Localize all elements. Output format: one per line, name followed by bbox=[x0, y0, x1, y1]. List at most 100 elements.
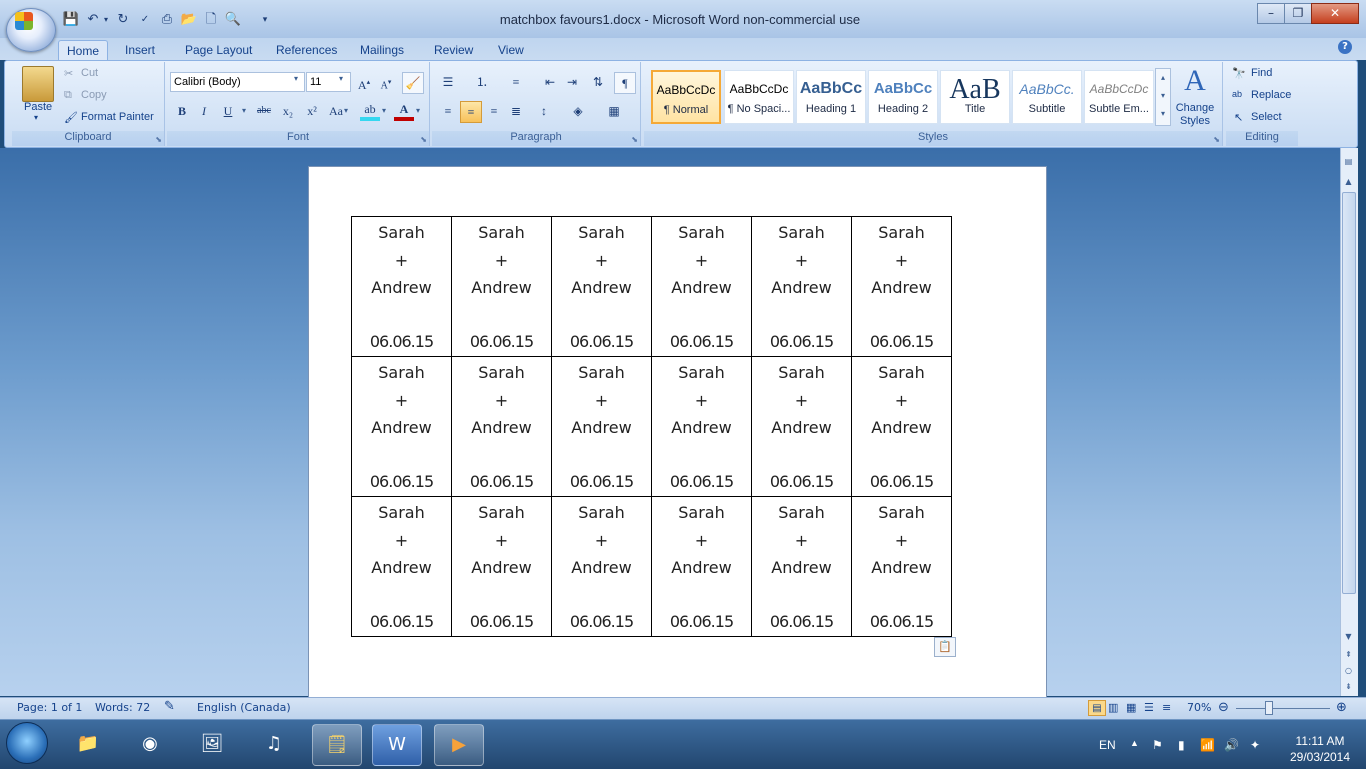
dialog-launcher-icon[interactable]: ⬊ bbox=[155, 135, 162, 144]
label-cell[interactable]: Sarah + Andrew 06.06.15 bbox=[651, 216, 752, 357]
align-left-icon[interactable]: ≡ bbox=[438, 101, 458, 121]
zoom-slider[interactable] bbox=[1236, 708, 1330, 709]
select-browse-object-icon[interactable]: ○ bbox=[1341, 664, 1356, 678]
strikethrough-button[interactable]: abc bbox=[254, 101, 274, 121]
print-icon[interactable]: ⎙ bbox=[158, 12, 176, 28]
file-explorer-icon[interactable]: 📁 bbox=[64, 724, 112, 764]
font-size-dropdown-icon[interactable]: ▾ bbox=[339, 74, 343, 83]
tab-insert[interactable]: Insert bbox=[117, 40, 163, 60]
next-page-icon[interactable]: ⇟ bbox=[1341, 680, 1356, 694]
zoom-level[interactable]: 70% bbox=[1187, 700, 1211, 716]
dialog-launcher-icon[interactable]: ⬊ bbox=[631, 135, 638, 144]
open-icon[interactable]: 📂 bbox=[180, 12, 198, 28]
cut-button[interactable]: Cut bbox=[81, 67, 98, 79]
print-preview-icon[interactable]: 🔍 bbox=[224, 12, 242, 28]
align-right-icon[interactable]: ≡ bbox=[484, 101, 504, 121]
tab-page-layout[interactable]: Page Layout bbox=[177, 40, 260, 60]
style-title[interactable]: AaB Title bbox=[940, 70, 1010, 124]
customize-qat-icon[interactable]: ▾ bbox=[256, 12, 274, 28]
tab-home[interactable]: Home bbox=[58, 40, 109, 61]
highlight-dropdown-icon[interactable]: ▾ bbox=[382, 106, 386, 115]
label-cell[interactable]: Sarah + Andrew 06.06.15 bbox=[651, 356, 752, 497]
page-count[interactable]: Page: 1 of 1 bbox=[17, 700, 82, 716]
sticky-notes-icon[interactable]: 🗒 bbox=[312, 724, 362, 766]
spelling-icon[interactable]: ✓ bbox=[136, 12, 154, 28]
print-layout-view-icon[interactable]: ▤ bbox=[1088, 700, 1106, 716]
label-cell[interactable]: Sarah + Andrew 06.06.15 bbox=[851, 356, 952, 497]
paste-options-icon[interactable]: 📋 bbox=[934, 637, 956, 657]
dropbox-icon[interactable]: ✦ bbox=[1250, 738, 1260, 752]
italic-button[interactable]: I bbox=[194, 101, 214, 121]
tab-view[interactable]: View bbox=[490, 40, 532, 60]
style-subtitle[interactable]: AaBbCc. Subtitle bbox=[1012, 70, 1082, 124]
label-cell[interactable]: Sarah + Andrew 06.06.15 bbox=[851, 216, 952, 357]
show-hidden-icons-icon[interactable]: ▲ bbox=[1130, 738, 1139, 748]
label-cell[interactable]: Sarah + Andrew 06.06.15 bbox=[451, 216, 552, 357]
tab-references[interactable]: References bbox=[268, 40, 345, 60]
numbering-icon[interactable]: ⒈ bbox=[472, 72, 492, 92]
change-styles-button[interactable]: Change Styles bbox=[1172, 102, 1218, 128]
clock[interactable]: 11:11 AM 29/03/2014 bbox=[1280, 733, 1360, 765]
format-painter-button[interactable]: Format Painter bbox=[81, 111, 154, 123]
superscript-button[interactable]: x² bbox=[302, 101, 322, 121]
scroll-up-icon[interactable]: ▲ bbox=[1341, 175, 1356, 189]
line-spacing-icon[interactable]: ↕ bbox=[534, 101, 554, 121]
label-cell[interactable]: Sarah + Andrew 06.06.15 bbox=[551, 496, 652, 637]
word-count[interactable]: Words: 72 bbox=[95, 700, 150, 716]
zoom-in-icon[interactable]: ⊕ bbox=[1336, 700, 1347, 716]
clear-formatting-icon[interactable]: 🧹 bbox=[402, 72, 424, 94]
photos-icon[interactable]: 🖼 bbox=[188, 724, 236, 764]
volume-icon[interactable]: 🔊 bbox=[1224, 738, 1239, 752]
change-case-button[interactable]: Aa bbox=[326, 101, 346, 121]
undo-icon[interactable]: ↶ bbox=[84, 12, 102, 28]
font-size-box[interactable]: 11 bbox=[306, 72, 351, 92]
label-cell[interactable]: Sarah + Andrew 06.06.15 bbox=[651, 496, 752, 637]
network-signal-icon[interactable]: 📶 bbox=[1200, 738, 1215, 752]
label-cell[interactable]: Sarah + Andrew 06.06.15 bbox=[451, 496, 552, 637]
input-language[interactable]: EN bbox=[1099, 738, 1116, 752]
minimize-button[interactable]: – bbox=[1257, 3, 1285, 24]
outline-view-icon[interactable]: ☰ bbox=[1144, 700, 1154, 716]
find-button[interactable]: Find bbox=[1251, 67, 1272, 79]
proofing-icon[interactable]: ✎ bbox=[164, 699, 175, 715]
paste-button[interactable]: Paste bbox=[24, 101, 52, 113]
zoom-out-icon[interactable]: ⊖ bbox=[1218, 700, 1229, 716]
replace-button[interactable]: Replace bbox=[1251, 89, 1291, 101]
font-name-box[interactable]: Calibri (Body) bbox=[170, 72, 305, 92]
increase-indent-icon[interactable]: ⇥ bbox=[562, 72, 582, 92]
ruler-toggle-icon[interactable]: ▤ bbox=[1341, 155, 1356, 169]
justify-icon[interactable]: ≣ bbox=[506, 101, 526, 121]
tab-mailings[interactable]: Mailings bbox=[352, 40, 412, 60]
change-case-dropdown-icon[interactable]: ▾ bbox=[344, 106, 348, 115]
style-subtle-emphasis[interactable]: AaBbCcDc Subtle Em... bbox=[1084, 70, 1154, 124]
action-center-flag-icon[interactable]: ⚑ bbox=[1152, 738, 1163, 752]
paste-dropdown-icon[interactable]: ▾ bbox=[34, 113, 38, 122]
previous-page-icon[interactable]: ⇞ bbox=[1341, 648, 1356, 662]
dialog-launcher-icon[interactable]: ⬊ bbox=[1213, 135, 1220, 144]
borders-icon[interactable]: ▦ bbox=[604, 101, 624, 121]
label-cell[interactable]: Sarah + Andrew 06.06.15 bbox=[351, 216, 452, 357]
grow-font-icon[interactable]: A▴ bbox=[354, 72, 374, 92]
close-button[interactable]: ✕ bbox=[1311, 3, 1359, 24]
label-cell[interactable]: Sarah + Andrew 06.06.15 bbox=[751, 496, 852, 637]
web-layout-icon[interactable]: ▦ bbox=[1126, 700, 1136, 716]
label-table[interactable]: Sarah + Andrew 06.06.15 Sarah + Andrew 06.06.15… bbox=[351, 216, 952, 637]
underline-button[interactable]: U bbox=[218, 101, 238, 121]
help-icon[interactable]: ? bbox=[1338, 40, 1352, 54]
word-icon[interactable]: W bbox=[372, 724, 422, 766]
style-heading-1[interactable]: AaBbCc Heading 1 bbox=[796, 70, 866, 124]
paste-icon[interactable] bbox=[22, 66, 54, 102]
label-cell[interactable]: Sarah + Andrew 06.06.15 bbox=[851, 496, 952, 637]
full-screen-reading-icon[interactable]: ▥ bbox=[1108, 700, 1118, 716]
language-status[interactable]: English (Canada) bbox=[197, 700, 291, 716]
save-icon[interactable]: 💾 bbox=[62, 12, 80, 28]
label-cell[interactable]: Sarah + Andrew 06.06.15 bbox=[551, 216, 652, 357]
draft-view-icon[interactable]: ≡ bbox=[1162, 700, 1171, 716]
label-cell[interactable]: Sarah + Andrew 06.06.15 bbox=[351, 356, 452, 497]
bullets-icon[interactable]: ☰ bbox=[438, 72, 458, 92]
show-marks-button[interactable]: ¶ bbox=[614, 72, 636, 94]
tab-review[interactable]: Review bbox=[426, 40, 481, 60]
shrink-font-icon[interactable]: A▾ bbox=[376, 72, 396, 92]
decrease-indent-icon[interactable]: ⇤ bbox=[540, 72, 560, 92]
label-cell[interactable]: Sarah + Andrew 06.06.15 bbox=[751, 216, 852, 357]
